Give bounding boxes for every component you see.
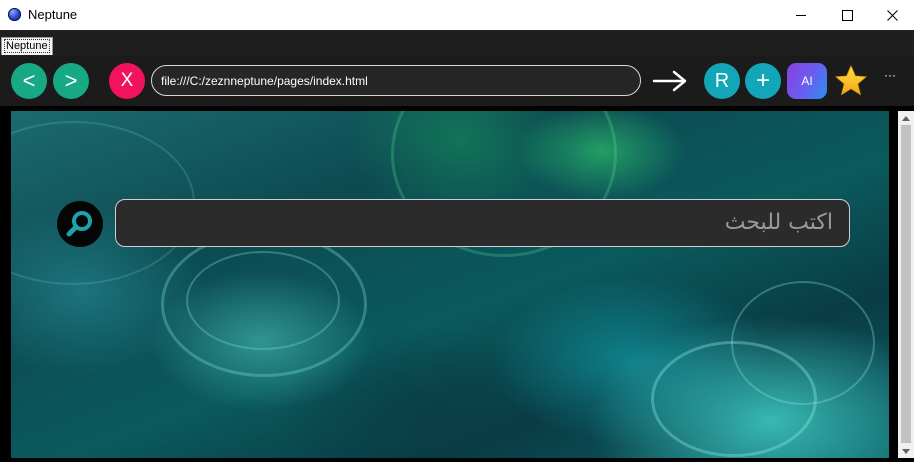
vertical-scrollbar[interactable]: [898, 111, 914, 458]
scroll-thumb[interactable]: [901, 125, 911, 443]
window-title: Neptune: [28, 7, 78, 22]
neptune-globe-icon: [8, 8, 21, 21]
more-menu-button[interactable]: ···: [880, 68, 900, 88]
maximize-button[interactable]: [824, 0, 870, 30]
back-button[interactable]: <: [11, 63, 47, 99]
tab-neptune[interactable]: Neptune: [1, 37, 53, 55]
chevron-down-icon: [902, 448, 910, 454]
minimize-button[interactable]: [778, 0, 824, 30]
search-button[interactable]: [57, 201, 103, 247]
favorite-button[interactable]: [833, 62, 869, 100]
maximize-icon: [841, 9, 853, 21]
stop-button[interactable]: X: [109, 63, 145, 99]
tab-strip: Neptune: [0, 30, 914, 56]
window-title-bar: Neptune: [0, 0, 914, 30]
page-background: [11, 111, 889, 458]
ai-button[interactable]: AI: [787, 63, 827, 99]
go-button[interactable]: [650, 64, 690, 98]
minimize-icon: [796, 14, 806, 16]
scroll-down-button[interactable]: [898, 444, 914, 458]
chevron-up-icon: [902, 115, 910, 121]
close-window-button[interactable]: [869, 0, 914, 30]
background-swirl: [731, 281, 875, 405]
address-bar[interactable]: file:///C:/zeznneptune/pages/index.html: [151, 65, 641, 96]
close-icon: [886, 9, 898, 21]
search-input[interactable]: اكتب للبحث: [115, 199, 850, 247]
search-icon: [66, 211, 92, 237]
star-icon: [835, 65, 867, 96]
tab-label: Neptune: [4, 39, 50, 53]
arrow-right-icon: [652, 70, 687, 92]
forward-button[interactable]: >: [53, 63, 89, 99]
new-tab-button[interactable]: +: [745, 63, 781, 99]
background-swirl: [186, 251, 340, 350]
scroll-up-button[interactable]: [898, 111, 914, 125]
reload-button[interactable]: R: [704, 63, 740, 99]
